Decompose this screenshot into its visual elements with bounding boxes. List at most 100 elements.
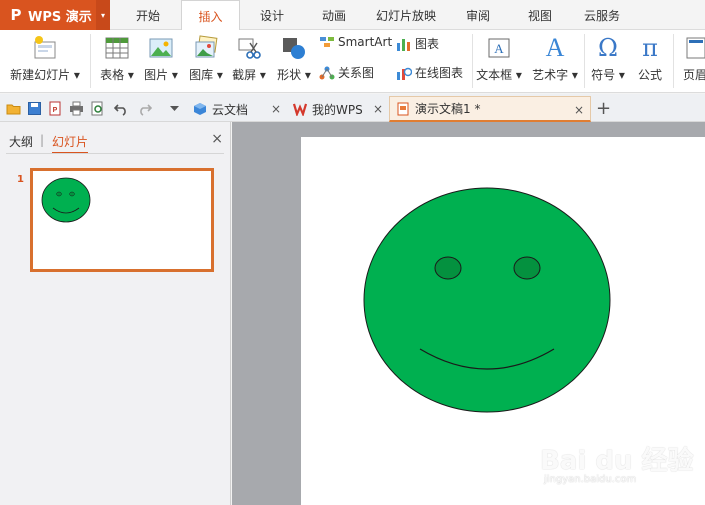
- tab-insert[interactable]: 插入: [181, 0, 240, 31]
- new-slide-button[interactable]: 新建幻灯片 ▾: [6, 34, 84, 83]
- screenshot-label: 截屏: [232, 68, 257, 82]
- chart-button[interactable]: 图表: [396, 35, 439, 52]
- picture-button[interactable]: 图片 ▾: [142, 34, 180, 83]
- picture-label: 图片: [144, 68, 169, 82]
- save-icon[interactable]: [27, 101, 42, 116]
- chevron-down-icon: ▾: [571, 68, 578, 82]
- close-icon[interactable]: ×: [271, 102, 281, 116]
- tab-cloud[interactable]: 云服务: [576, 0, 628, 30]
- chart-label: 图表: [415, 37, 440, 51]
- art-text-button[interactable]: A 艺术字 ▾: [530, 34, 580, 83]
- relation-label: 关系图: [338, 66, 375, 80]
- relation-button[interactable]: 关系图: [319, 64, 374, 81]
- tab-slideshow[interactable]: 幻灯片放映: [370, 0, 442, 30]
- app-menu-button[interactable]: P WPS 演示 ▾: [0, 0, 110, 30]
- baidu-watermark: Bai du 经验 jingyan.baidu.com: [540, 436, 700, 496]
- shape-icon: [283, 38, 305, 59]
- app-title: WPS 演示: [28, 9, 92, 25]
- smartart-button[interactable]: SmartArt: [319, 35, 392, 49]
- relation-icon: [319, 66, 335, 79]
- online-chart-label: 在线图表: [415, 66, 464, 80]
- smartart-icon: [320, 37, 334, 47]
- presentation-file-icon: [397, 102, 409, 115]
- chevron-down-icon: ▾: [259, 68, 266, 82]
- print-icon[interactable]: [69, 101, 84, 116]
- chevron-down-icon: ▾: [171, 68, 178, 82]
- watermark-brand: Bai du 经验: [540, 446, 694, 476]
- table-icon: [105, 37, 129, 59]
- scissors-icon: [238, 38, 261, 59]
- close-icon[interactable]: ×: [373, 102, 383, 116]
- slide-thumbnail[interactable]: [30, 168, 214, 272]
- new-tab-button[interactable]: +: [596, 98, 611, 119]
- divider: [6, 153, 224, 154]
- redo-icon[interactable]: [137, 101, 152, 116]
- chevron-down-icon: ▾: [515, 68, 522, 82]
- tab-presentation-1[interactable]: 演示文稿1 * ×: [389, 96, 591, 122]
- gallery-label: 图库: [189, 68, 214, 82]
- folder-icon[interactable]: [6, 101, 21, 116]
- tab-outline[interactable]: 大纲: [9, 133, 33, 150]
- tab-label: 我的WPS: [312, 102, 363, 117]
- smiley-left-eye[interactable]: [434, 256, 462, 280]
- tab-review[interactable]: 审阅: [452, 0, 504, 30]
- new-slide-label: 新建幻灯片: [10, 68, 71, 82]
- panel-tabs: 大纲 | 幻灯片 ×: [0, 122, 231, 154]
- table-label: 表格: [100, 68, 125, 82]
- print-preview-icon[interactable]: [90, 101, 105, 116]
- picture-icon: [149, 38, 173, 58]
- table-button[interactable]: 表格 ▾: [98, 34, 136, 83]
- tab-animation[interactable]: 动画: [308, 0, 360, 30]
- svg-text:A: A: [494, 41, 504, 56]
- tab-cloud-docs[interactable]: 云文档 ×: [187, 96, 287, 122]
- undo-icon[interactable]: [114, 101, 129, 116]
- close-icon[interactable]: ×: [211, 131, 223, 147]
- symbol-label: 符号: [591, 68, 616, 82]
- smiley-right-eye[interactable]: [513, 256, 541, 280]
- tab-view[interactable]: 视图: [514, 0, 566, 30]
- thumbnail-smiley: [41, 177, 91, 223]
- chevron-down-icon: ▾: [216, 68, 223, 82]
- online-chart-button[interactable]: 在线图表: [396, 64, 463, 81]
- screenshot-button[interactable]: 截屏 ▾: [230, 34, 268, 83]
- gallery-button[interactable]: 图库 ▾: [186, 34, 226, 83]
- textbox-label: 文本框: [476, 68, 513, 82]
- thumbnail-right-eye: [69, 191, 75, 197]
- customize-dropdown-icon[interactable]: [167, 101, 182, 116]
- chevron-down-icon: ▾: [304, 68, 311, 82]
- header-button[interactable]: 页眉: [680, 34, 705, 83]
- tab-label: 演示文稿1 *: [415, 102, 481, 116]
- art-text-icon: A: [545, 33, 565, 62]
- tab-my-wps[interactable]: 我的WPS ×: [287, 96, 389, 122]
- close-icon[interactable]: ×: [574, 103, 584, 117]
- pi-icon: π: [642, 34, 658, 62]
- divider: [90, 34, 91, 88]
- textbox-button[interactable]: A 文本框 ▾: [476, 34, 522, 83]
- shape-label: 形状: [277, 68, 302, 82]
- tab-home[interactable]: 开始: [122, 0, 174, 30]
- chevron-down-icon[interactable]: ▾: [96, 0, 110, 30]
- tab-slides[interactable]: 幻灯片: [52, 133, 89, 154]
- chevron-down-icon: ▾: [73, 68, 80, 82]
- formula-label: 公式: [637, 68, 662, 82]
- slides-panel: 大纲 | 幻灯片 × 1: [0, 122, 231, 505]
- chevron-down-icon: ▾: [618, 68, 625, 82]
- tab-design[interactable]: 设计: [246, 0, 298, 30]
- shape-button[interactable]: 形状 ▾: [274, 34, 314, 83]
- symbol-button[interactable]: Ω 符号 ▾: [588, 34, 628, 83]
- watermark-url: jingyan.baidu.com: [544, 474, 637, 485]
- smiley-face-circle[interactable]: [363, 187, 611, 413]
- divider: [584, 34, 585, 88]
- gallery-icon: [195, 35, 218, 58]
- online-chart-icon: [397, 67, 412, 80]
- omega-icon: Ω: [598, 34, 618, 62]
- formula-button[interactable]: π 公式: [632, 34, 668, 83]
- wps-logo-icon: P: [10, 6, 22, 24]
- chevron-down-icon: ▾: [127, 68, 134, 82]
- thumbnail-face: [41, 177, 91, 223]
- export-pdf-icon[interactable]: P: [48, 101, 63, 116]
- slide-number: 1: [17, 174, 24, 185]
- cube-icon: [194, 103, 206, 115]
- new-slide-icon: [34, 36, 56, 59]
- divider: [673, 34, 674, 88]
